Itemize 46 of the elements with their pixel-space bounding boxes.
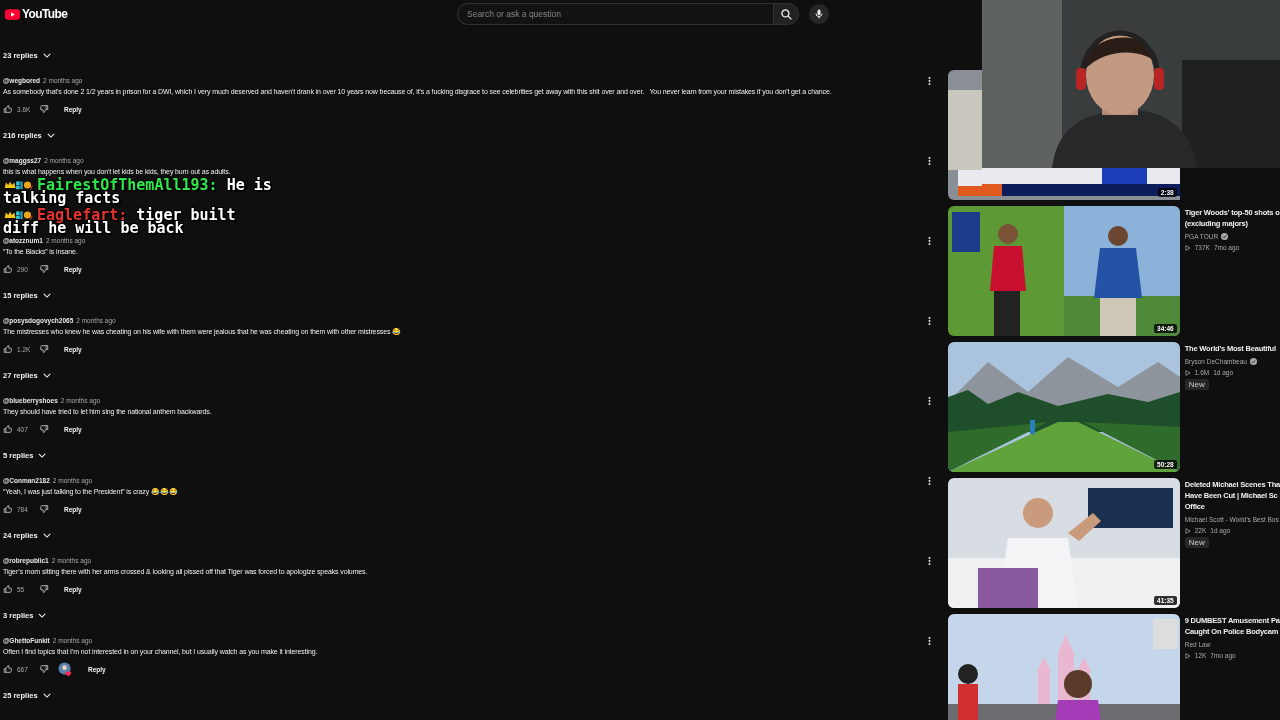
logo-wordmark[interactable]: YouTube [22, 7, 68, 21]
chevron-down-icon[interactable] [42, 692, 51, 698]
thumbs-up-icon[interactable] [3, 664, 13, 674]
search-button[interactable] [773, 3, 799, 25]
thumbs-up-icon[interactable] [3, 264, 13, 274]
chevron-down-icon[interactable] [38, 452, 47, 458]
thumbs-down-icon[interactable] [39, 424, 49, 434]
thumbs-down-icon[interactable] [39, 584, 49, 594]
thumbs-up-icon[interactable] [3, 584, 13, 594]
thumbs-up-icon[interactable] [3, 104, 13, 114]
chevron-down-icon[interactable] [46, 132, 55, 138]
chevron-down-icon[interactable] [42, 292, 51, 298]
more-options-icon[interactable] [927, 236, 931, 246]
chat-message: diff he will be back [3, 222, 184, 235]
chat-message: He is [226, 176, 272, 194]
more-options-icon[interactable] [927, 76, 931, 86]
more-options-icon[interactable] [927, 476, 931, 486]
thumbs-down-icon[interactable] [39, 504, 49, 514]
more-options-icon[interactable] [927, 316, 931, 326]
chevron-down-icon[interactable] [42, 52, 51, 58]
search-icon[interactable] [779, 7, 793, 21]
more-options-icon[interactable] [927, 396, 931, 406]
thumbs-down-icon[interactable] [39, 344, 49, 354]
chevron-down-icon[interactable] [42, 532, 51, 538]
play-logo-icon [5, 8, 20, 20]
chat-badges-icon [3, 209, 34, 221]
play-icon [1184, 652, 1191, 659]
thumbs-down-icon[interactable] [39, 264, 49, 274]
thumbs-down-icon[interactable] [39, 104, 49, 114]
chat-message: tiger built [136, 206, 236, 224]
play-icon [1184, 527, 1191, 534]
search-field[interactable]: Search or ask a question [457, 3, 773, 25]
thumbs-up-icon[interactable] [3, 424, 13, 434]
chevron-down-icon[interactable] [38, 612, 47, 618]
chat-badges-icon [3, 179, 34, 191]
more-options-icon[interactable] [927, 556, 931, 566]
more-options-icon[interactable] [927, 636, 931, 646]
more-options-icon[interactable] [927, 156, 931, 166]
play-icon [1184, 244, 1191, 251]
thumbs-up-icon[interactable] [3, 344, 13, 354]
chevron-down-icon[interactable] [42, 372, 51, 378]
new-badge: New [1184, 379, 1209, 390]
play-icon [1184, 369, 1191, 376]
thumbs-down-icon[interactable] [39, 664, 49, 674]
new-badge: New [1184, 537, 1209, 548]
thumbs-up-icon[interactable] [3, 504, 13, 514]
